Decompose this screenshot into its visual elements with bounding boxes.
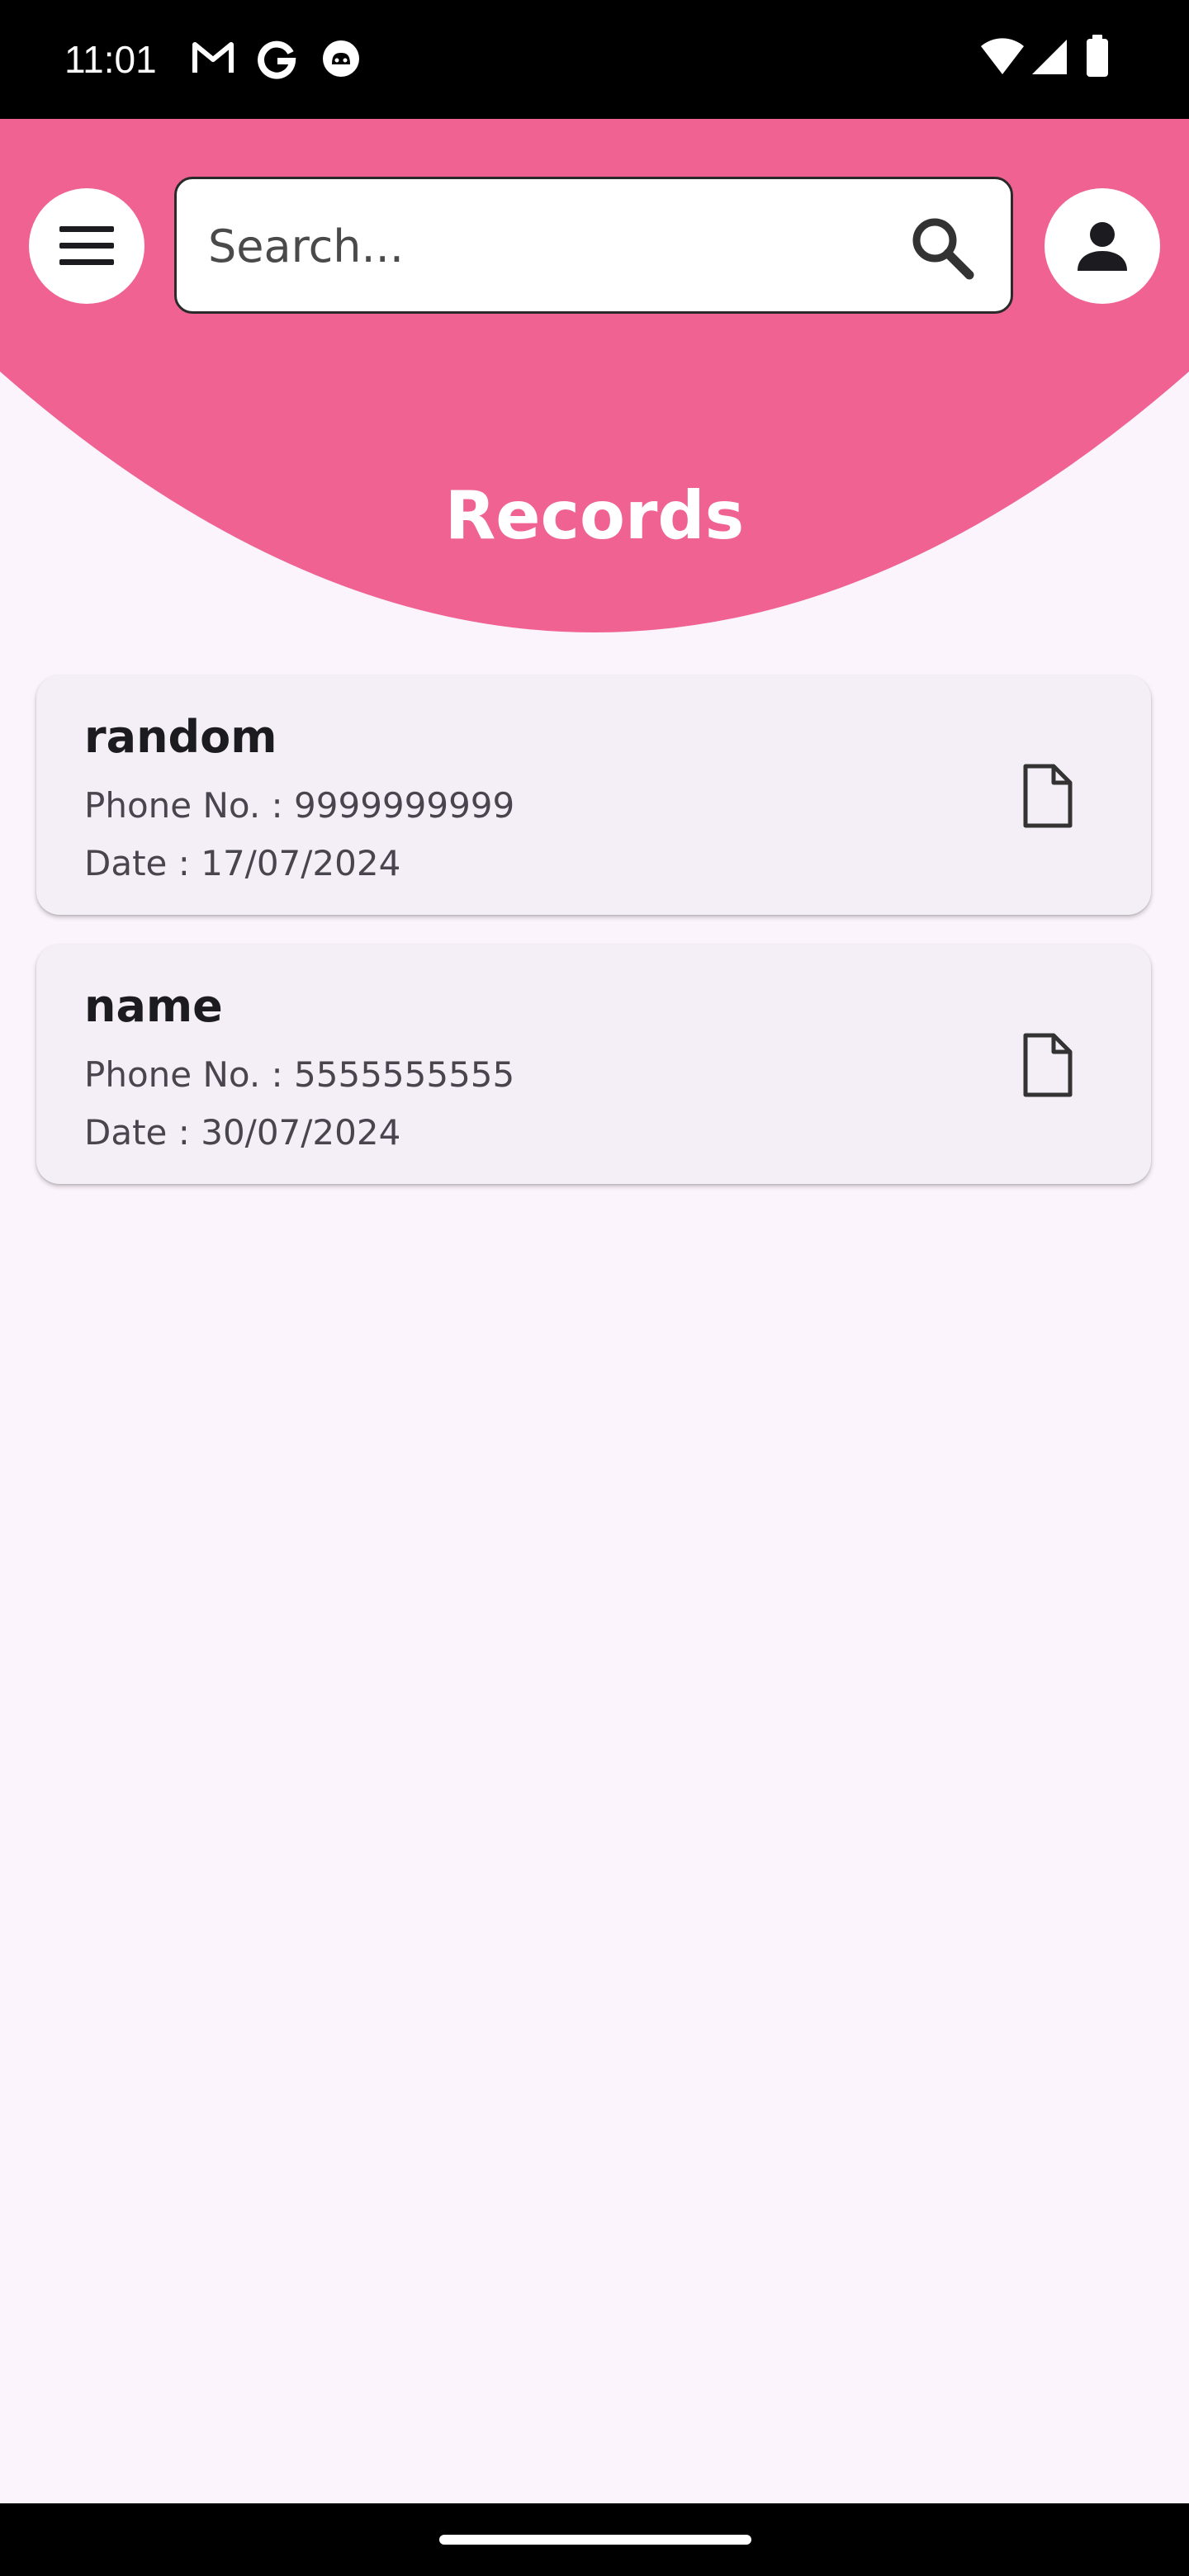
home-gesture-handle[interactable]: [439, 2535, 751, 2545]
record-date: Date : 30/07/2024: [84, 1112, 401, 1153]
battery-icon: [1087, 35, 1108, 77]
menu-button[interactable]: [29, 188, 144, 304]
gmail-icon: [192, 42, 234, 73]
record-phone: Phone No. : 9999999999: [84, 785, 515, 826]
file-icon[interactable]: [1012, 1030, 1082, 1100]
profile-button[interactable]: [1045, 188, 1160, 304]
status-bar: 11:01: [0, 0, 1189, 119]
search-input[interactable]: [206, 204, 887, 288]
file-icon[interactable]: [1012, 761, 1082, 831]
navigation-bar: [0, 2503, 1189, 2576]
record-card[interactable]: name Phone No. : 5555555555 Date : 30/07…: [36, 945, 1151, 1184]
wifi-icon: [981, 38, 1024, 74]
records-list: random Phone No. : 9999999999 Date : 17/…: [36, 675, 1151, 1214]
hamburger-menu-icon: [59, 226, 114, 265]
person-icon: [1078, 222, 1127, 271]
signal-icon: [1032, 40, 1067, 74]
page-title: Records: [444, 477, 745, 554]
search-icon[interactable]: [907, 212, 976, 282]
search-box[interactable]: [174, 177, 1013, 314]
status-time: 11:01: [64, 38, 157, 81]
record-phone: Phone No. : 5555555555: [84, 1054, 515, 1095]
record-name: random: [84, 711, 277, 763]
google-icon: [258, 40, 296, 79]
github-icon: [323, 40, 359, 77]
record-name: name: [84, 980, 223, 1032]
record-card[interactable]: random Phone No. : 9999999999 Date : 17/…: [36, 675, 1151, 915]
record-date: Date : 17/07/2024: [84, 843, 401, 883]
